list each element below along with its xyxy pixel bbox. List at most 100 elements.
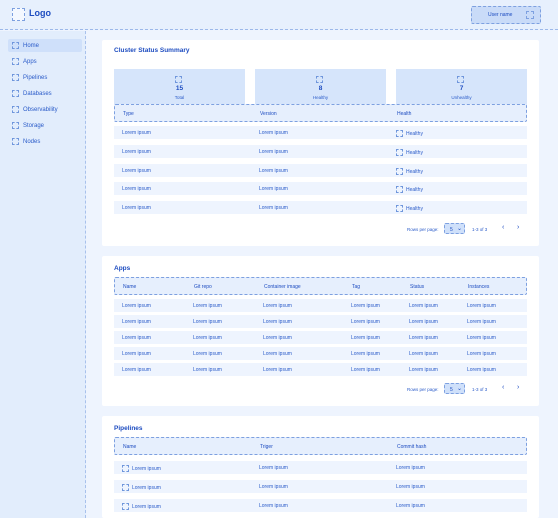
sidebar-item-databases[interactable]: Databases	[8, 87, 82, 100]
table-row[interactable]: Lorem ipsum Lorem ipsum Healthy	[114, 164, 527, 177]
table-header: Type Version Health	[114, 104, 527, 122]
table-row[interactable]: Lorem ipsum Lorem ipsum Lorem ipsum Lore…	[114, 347, 527, 360]
cell: Lorem ipsum	[409, 319, 438, 325]
logo-icon[interactable]	[12, 8, 25, 21]
table-row[interactable]: Lorem ipsum Lorem ipsum Healthy	[114, 126, 527, 139]
health-cell: Healthy	[396, 186, 423, 193]
health-label: Healthy	[406, 150, 423, 156]
chevron-left-icon[interactable]: ‹	[502, 224, 504, 231]
cell: Lorem ipsum	[263, 367, 292, 373]
stat-unhealthy: 7 Unhealthy	[396, 69, 527, 107]
cell: Lorem ipsum	[409, 367, 438, 373]
cell: Lorem ipsum	[263, 303, 292, 309]
health-cell: Healthy	[396, 149, 423, 156]
chevron-down-icon: ⌄	[457, 386, 463, 392]
column-header[interactable]: Type	[123, 111, 134, 117]
sidebar-item-pipelines[interactable]: Pipelines	[8, 71, 82, 84]
health-label: Healthy	[406, 206, 423, 212]
pipeline-icon	[122, 465, 129, 472]
table-row[interactable]: Lorem ipsum Lorem ipsum Healthy	[114, 182, 527, 195]
cell: Lorem ipsum	[193, 303, 222, 309]
rows-per-page-select[interactable]: 5 ⌄	[444, 383, 465, 394]
stat-icon	[316, 76, 323, 83]
cell: Lorem ipsum	[409, 303, 438, 309]
name-cell: Lorem ipsum	[122, 465, 161, 472]
cell: Lorem ipsum	[351, 303, 380, 309]
stat-value: 8	[318, 85, 323, 92]
table-row[interactable]: Lorem ipsum Lorem ipsum Lorem ipsum	[114, 499, 527, 512]
table-row[interactable]: Lorem ipsum Lorem ipsum Lorem ipsum Lore…	[114, 299, 527, 312]
column-header[interactable]: Tag	[352, 284, 360, 290]
card-title: Apps	[114, 265, 131, 272]
sidebar-item-home[interactable]: Home	[8, 39, 82, 52]
health-label: Healthy	[406, 131, 423, 137]
column-header[interactable]: Status	[410, 284, 424, 290]
cell: Lorem ipsum	[467, 367, 496, 373]
chevron-left-icon[interactable]: ‹	[502, 384, 504, 391]
cell: Lorem ipsum	[122, 130, 151, 136]
cell: Lorem ipsum	[193, 335, 222, 341]
pagination: Rows per page: 5 ⌄ 1-3 of 3 ‹ ›	[102, 383, 539, 397]
cell: Lorem ipsum	[263, 335, 292, 341]
cell: Lorem ipsum	[193, 351, 222, 357]
user-menu-button[interactable]: User name	[471, 6, 541, 24]
chevron-right-icon[interactable]: ›	[517, 224, 519, 231]
column-header[interactable]: Health	[397, 111, 411, 117]
health-label: Healthy	[406, 187, 423, 193]
table-row[interactable]: Lorem ipsum Lorem ipsum Lorem ipsum	[114, 461, 527, 474]
table-row[interactable]: Lorem ipsum Lorem ipsum Lorem ipsum Lore…	[114, 331, 527, 344]
table-row[interactable]: Lorem ipsum Lorem ipsum Lorem ipsum Lore…	[114, 363, 527, 376]
sidebar-item-observability[interactable]: Observability	[8, 103, 82, 116]
sidebar-item-apps[interactable]: Apps	[8, 55, 82, 68]
table-row[interactable]: Lorem ipsum Lorem ipsum Lorem ipsum Lore…	[114, 315, 527, 328]
cell: Lorem ipsum	[396, 465, 425, 471]
top-bar: Logo User name	[0, 0, 558, 30]
pipeline-name: Lorem ipsum	[132, 466, 161, 472]
sidebar-item-label: Databases	[23, 90, 52, 97]
table-row[interactable]: Lorem ipsum Lorem ipsum Healthy	[114, 145, 527, 158]
health-icon	[396, 186, 403, 193]
nodes-icon	[12, 138, 19, 145]
pipeline-icon	[122, 503, 129, 510]
page-range: 1-3 of 3	[472, 387, 488, 392]
column-header[interactable]: Commit hash	[397, 444, 426, 450]
table-row[interactable]: Lorem ipsum Lorem ipsum Lorem ipsum	[114, 480, 527, 493]
rows-per-page-value: 5	[450, 387, 453, 393]
sidebar-item-nodes[interactable]: Nodes	[8, 135, 82, 148]
health-cell: Healthy	[396, 205, 423, 212]
cell: Lorem ipsum	[122, 205, 151, 211]
table-row[interactable]: Lorem ipsum Lorem ipsum Healthy	[114, 201, 527, 214]
stat-icon	[175, 76, 182, 83]
column-header[interactable]: Git repo	[194, 284, 212, 290]
cell: Lorem ipsum	[259, 205, 288, 211]
column-header[interactable]: Triger	[260, 444, 273, 450]
health-cell: Healthy	[396, 168, 423, 175]
storage-icon	[12, 122, 19, 129]
chevron-down-icon: ⌄	[457, 226, 463, 232]
cell: Lorem ipsum	[467, 351, 496, 357]
sidebar-item-label: Nodes	[23, 138, 41, 145]
pipeline-name: Lorem ipsum	[132, 485, 161, 491]
health-cell: Healthy	[396, 130, 423, 137]
stat-value: 7	[459, 85, 464, 92]
stat-label: Healthy	[312, 95, 329, 100]
name-cell: Lorem ipsum	[122, 484, 161, 491]
column-header[interactable]: Instances	[468, 284, 489, 290]
sidebar-item-storage[interactable]: Storage	[8, 119, 82, 132]
stat-healthy: 8 Healthy	[255, 69, 386, 107]
cell: Lorem ipsum	[259, 503, 288, 509]
sidebar: Home Apps Pipelines Databases Observabil…	[0, 31, 86, 518]
cell: Lorem ipsum	[259, 130, 288, 136]
column-header[interactable]: Name	[123, 444, 136, 450]
cell: Lorem ipsum	[263, 319, 292, 325]
rows-per-page-select[interactable]: 5 ⌄	[444, 223, 465, 234]
column-header[interactable]: Version	[260, 111, 277, 117]
health-icon	[396, 130, 403, 137]
logo-text[interactable]: Logo	[29, 8, 51, 18]
chevron-right-icon[interactable]: ›	[517, 384, 519, 391]
stat-total: 15 Total	[114, 69, 245, 107]
cell: Lorem ipsum	[351, 319, 380, 325]
column-header[interactable]: Container image	[264, 284, 301, 290]
column-header[interactable]: Name	[123, 284, 136, 290]
cell: Lorem ipsum	[122, 149, 151, 155]
